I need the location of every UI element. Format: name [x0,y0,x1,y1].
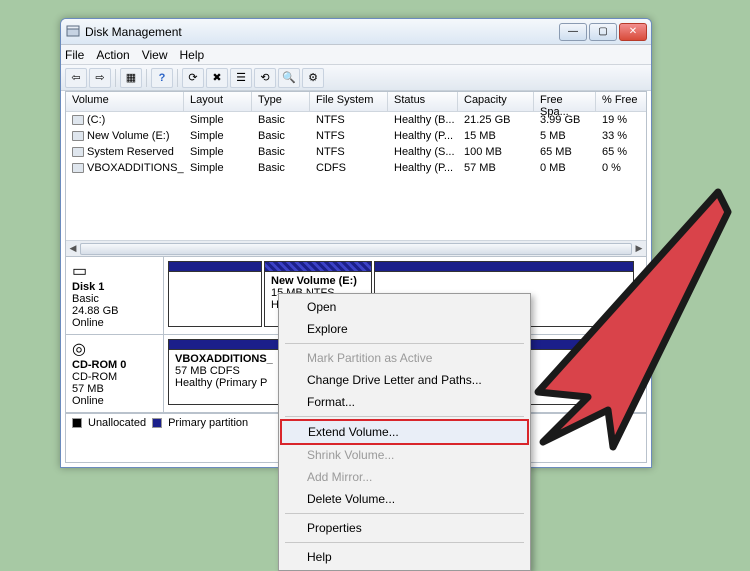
ctx-format[interactable]: Format... [281,391,528,413]
col-type[interactable]: Type [252,92,310,111]
titlebar[interactable]: Disk Management — ▢ ✕ [61,19,651,45]
ctx-delete-volume[interactable]: Delete Volume... [281,488,528,510]
app-icon [65,24,81,40]
separator [115,69,116,87]
separator [285,513,524,514]
menubar: File Action View Help [61,45,651,65]
properties-icon[interactable]: ☰ [230,68,252,88]
refresh-button[interactable]: ⟳ [182,68,204,88]
menu-file[interactable]: File [65,48,84,62]
minimize-button[interactable]: — [559,23,587,41]
ctx-extend-volume[interactable]: Extend Volume... [280,419,529,445]
ctx-shrink-volume: Shrink Volume... [281,444,528,466]
ctx-help[interactable]: Help [281,546,528,568]
forward-button[interactable]: ⇨ [89,68,111,88]
find-icon[interactable]: 🔍 [278,68,300,88]
table-row[interactable]: New Volume (E:)SimpleBasicNTFSHealthy (P… [66,128,646,144]
volume-icon [72,163,84,173]
show-hide-button[interactable]: ▦ [120,68,142,88]
col-pfree[interactable]: % Free [596,92,646,111]
toolbar: ⇦ ⇨ ▦ ? ⟳ ✖ ☰ ⟲ 🔍 ⚙ [61,65,651,91]
legend-unallocated: Unallocated [88,417,146,429]
legend-primary: Primary partition [168,417,248,429]
table-header: Volume Layout Type File System Status Ca… [66,92,646,112]
partition[interactable] [168,261,262,327]
ctx-change-drive-letter[interactable]: Change Drive Letter and Paths... [281,369,528,391]
ctx-properties[interactable]: Properties [281,517,528,539]
separator [285,343,524,344]
volume-icon [72,115,84,125]
table-row[interactable]: VBOXADDITIONS_...SimpleBasicCDFSHealthy … [66,160,646,176]
disk-icon: ◎ [72,339,157,359]
scroll-thumb[interactable] [80,243,632,255]
separator [146,69,147,87]
col-free[interactable]: Free Spa... [534,92,596,111]
disk-header[interactable]: ◎CD-ROM 0CD-ROM57 MBOnline [66,335,164,412]
horizontal-scrollbar[interactable]: ◀ ▶ [66,240,646,256]
ctx-add-mirror: Add Mirror... [281,466,528,488]
ctx-mark-active: Mark Partition as Active [281,347,528,369]
rescan-icon[interactable]: ⟲ [254,68,276,88]
volume-icon [72,131,84,141]
separator [285,416,524,417]
legend-swatch-primary [152,418,162,428]
separator [177,69,178,87]
close-button[interactable]: ✕ [619,23,647,41]
volume-list: Volume Layout Type File System Status Ca… [66,92,646,257]
volume-icon [72,147,84,157]
maximize-button[interactable]: ▢ [589,23,617,41]
col-filesystem[interactable]: File System [310,92,388,111]
col-layout[interactable]: Layout [184,92,252,111]
col-capacity[interactable]: Capacity [458,92,534,111]
delete-icon[interactable]: ✖ [206,68,228,88]
back-button[interactable]: ⇦ [65,68,87,88]
ctx-open[interactable]: Open [281,296,528,318]
col-status[interactable]: Status [388,92,458,111]
window-title: Disk Management [85,25,559,39]
help-button[interactable]: ? [151,68,173,88]
disk-icon: ▭ [72,261,157,281]
menu-action[interactable]: Action [96,48,129,62]
menu-help[interactable]: Help [180,48,205,62]
col-volume[interactable]: Volume [66,92,184,111]
table-row[interactable]: (C:)SimpleBasicNTFSHealthy (B...21.25 GB… [66,112,646,128]
table-body: (C:)SimpleBasicNTFSHealthy (B...21.25 GB… [66,112,646,176]
scroll-left-icon[interactable]: ◀ [66,241,80,256]
separator [285,542,524,543]
scroll-right-icon[interactable]: ▶ [632,241,646,256]
table-row[interactable]: System ReservedSimpleBasicNTFSHealthy (S… [66,144,646,160]
action-icon[interactable]: ⚙ [302,68,324,88]
ctx-explore[interactable]: Explore [281,318,528,340]
menu-view[interactable]: View [142,48,168,62]
legend-swatch-unallocated [72,418,82,428]
context-menu: Open Explore Mark Partition as Active Ch… [278,293,531,571]
disk-header[interactable]: ▭Disk 1Basic24.88 GBOnline [66,257,164,334]
